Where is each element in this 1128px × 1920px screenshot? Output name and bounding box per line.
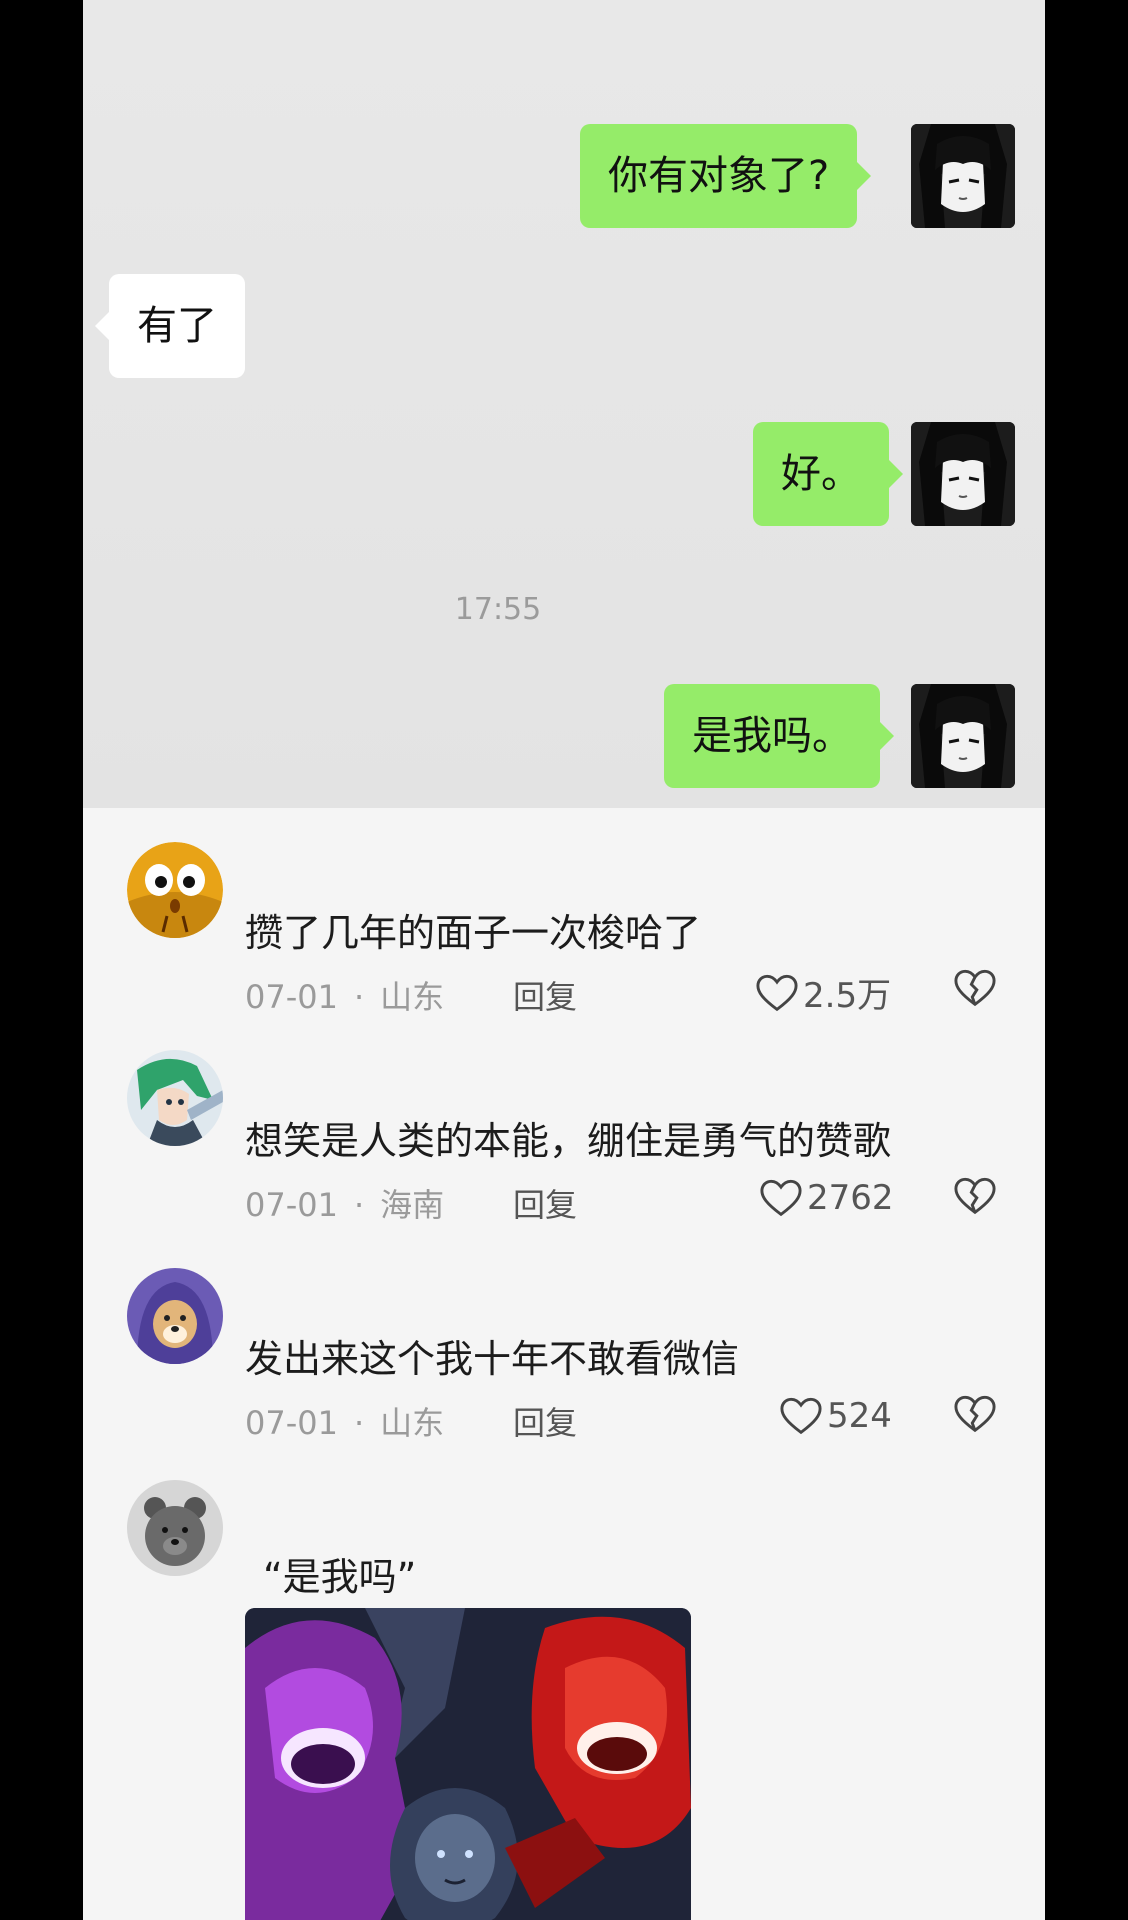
my-avatar[interactable] [911, 422, 1015, 526]
like-count: 524 [827, 1395, 892, 1436]
anime-girl-avatar-icon [911, 684, 1015, 788]
like-count: 2.5万 [803, 976, 892, 1016]
comment-date: 07-01 [245, 1186, 338, 1224]
like-button[interactable]: 2.5万 [755, 968, 891, 1017]
dislike-button[interactable] [953, 1176, 997, 1216]
like-button[interactable]: 2762 [759, 1176, 894, 1218]
broken-heart-icon [954, 1395, 996, 1433]
anime-girl-avatar-icon [911, 124, 1015, 228]
like-count: 2762 [807, 1177, 894, 1218]
laughing-characters-image-icon [245, 1608, 691, 1920]
dislike-button[interactable] [953, 1394, 997, 1434]
comment-meta: 07-01 · 山东 [245, 1398, 444, 1444]
gray-bear-avatar-icon [127, 1480, 223, 1576]
comment-meta: 07-01 · 山东 [245, 972, 444, 1018]
heart-outline-icon [756, 974, 798, 1011]
comment-date: 07-01 [245, 978, 338, 1016]
reply-button[interactable]: 回复 [513, 972, 577, 1018]
comment-location: 山东 [380, 978, 445, 1016]
reply-button[interactable]: 回复 [513, 1398, 577, 1444]
comment-text: 攒了几年的面子一次梭哈了 [245, 911, 702, 955]
commenter-avatar[interactable] [127, 842, 223, 938]
comments-section: 攒了几年的面子一次梭哈了 07-01 · 山东 回复 2.5万 想笑是人类的本能… [83, 808, 1045, 1920]
heart-outline-icon [760, 1179, 802, 1216]
my-avatar[interactable] [911, 124, 1015, 228]
message-bubble-sent: 好。 [753, 422, 903, 526]
comment-image[interactable] [245, 1608, 691, 1920]
phone-screen: 你有对象了? 有了 好。 17:55 是我吗。 攒了几年的面子一次梭哈了 07-… [83, 0, 1045, 1920]
comment-location: 山东 [380, 1404, 445, 1442]
chat-screenshot: 你有对象了? 有了 好。 17:55 是我吗。 [83, 0, 1045, 808]
comment-meta: 07-01 · 海南 [245, 1180, 444, 1226]
like-button[interactable]: 524 [779, 1394, 892, 1436]
surprised-face-avatar-icon [127, 842, 223, 938]
heart-outline-icon [780, 1397, 822, 1434]
broken-heart-icon [954, 1177, 996, 1215]
comment-text: 发出来这个我十年不敢看微信 [245, 1337, 740, 1381]
comment-location: 海南 [380, 1186, 445, 1224]
message-bubble-received: 有了 [95, 274, 245, 378]
message-bubble-sent: 是我吗。 [664, 684, 894, 788]
anime-green-hair-avatar-icon [127, 1050, 223, 1146]
comment-date: 07-01 [245, 1404, 338, 1442]
separator-dot: · [353, 1186, 365, 1224]
commenter-avatar[interactable] [127, 1268, 223, 1364]
commenter-avatar[interactable] [127, 1480, 223, 1576]
reply-button[interactable]: 回复 [513, 1180, 577, 1226]
separator-dot: · [353, 978, 365, 1016]
separator-dot: · [353, 1404, 365, 1442]
commenter-avatar[interactable] [127, 1050, 223, 1146]
my-avatar[interactable] [911, 684, 1015, 788]
message-bubble-sent: 你有对象了? [580, 124, 872, 228]
dislike-button[interactable] [953, 968, 997, 1008]
chat-timestamp: 17:55 [454, 592, 542, 627]
hooded-dog-avatar-icon [127, 1268, 223, 1364]
anime-girl-avatar-icon [911, 422, 1015, 526]
broken-heart-icon [954, 969, 996, 1007]
screen: 你有对象了? 有了 好。 17:55 是我吗。 攒了几年的面子一次梭哈了 07-… [0, 0, 1128, 1920]
comment-text: 想笑是人类的本能，绷住是勇气的赞歌 [245, 1119, 892, 1163]
comment-text: “是我吗” [263, 1555, 417, 1599]
